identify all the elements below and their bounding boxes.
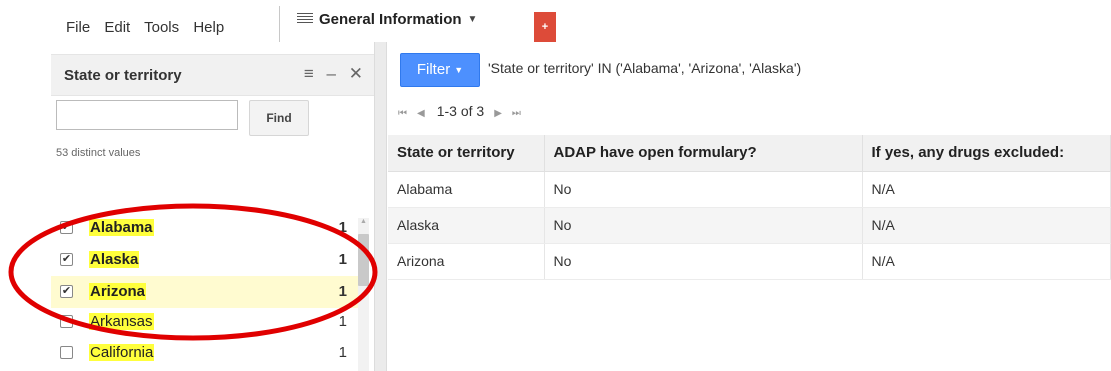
list-item-alabama[interactable]: ✔ Alabama 1 xyxy=(51,212,361,244)
top-bar: File Edit Tools Help General Information… xyxy=(0,0,1111,42)
table-header-row: State or territory ADAP have open formul… xyxy=(388,135,1111,172)
add-tab-button[interactable]: + xyxy=(534,12,556,42)
table-cell: No xyxy=(544,207,863,244)
table-cell: No xyxy=(544,243,863,280)
table-cell: N/A xyxy=(862,171,1111,208)
scroll-up-icon[interactable]: ▲ xyxy=(358,218,369,230)
tab-general-information[interactable]: General Information ▼ xyxy=(297,11,477,28)
filter-card-title: State or territory xyxy=(64,67,182,84)
menu-tools[interactable]: Tools xyxy=(144,19,179,36)
filter-card-controls: ≡ – ✕ xyxy=(296,64,363,84)
menu-file[interactable]: File xyxy=(66,19,90,36)
table-row[interactable]: Arizona No N/A xyxy=(388,243,1111,280)
filter-button[interactable]: Filter ▼ xyxy=(400,53,480,87)
tab-title-label: General Information xyxy=(319,11,462,28)
column-header[interactable]: State or territory xyxy=(388,135,545,172)
table-cell: N/A xyxy=(862,207,1111,244)
search-input[interactable] xyxy=(56,100,238,130)
pager: ⏮ ◀ 1-3 of 3 ▶ ⏭ xyxy=(398,103,531,119)
chevron-down-icon: ▼ xyxy=(454,65,464,75)
distinct-values-count: 53 distinct values xyxy=(56,147,141,159)
list-item-count: 1 xyxy=(338,283,347,300)
column-header[interactable]: If yes, any drugs excluded: xyxy=(862,135,1111,172)
list-item-california[interactable]: California 1 xyxy=(51,337,361,369)
menu-divider xyxy=(279,6,280,42)
menu-bar: File Edit Tools Help xyxy=(66,19,234,36)
first-page-icon[interactable]: ⏮ xyxy=(398,108,407,119)
chevron-down-icon: ▼ xyxy=(467,14,478,25)
data-table: State or territory ADAP have open formul… xyxy=(388,135,1111,280)
scrollbar-thumb[interactable] xyxy=(358,234,369,286)
checkbox[interactable] xyxy=(60,346,73,359)
checkbox[interactable]: ✔ xyxy=(60,285,73,298)
page-range: 1-3 of 3 xyxy=(436,103,485,119)
table-cell: Arizona xyxy=(388,243,545,280)
list-item-label: Alabama xyxy=(89,219,154,236)
filter-button-label: Filter xyxy=(416,61,451,78)
table-cell: N/A xyxy=(862,243,1111,280)
panel-splitter[interactable] xyxy=(374,42,387,371)
list-item-label: Arizona xyxy=(89,283,147,300)
table-cell: Alabama xyxy=(388,171,545,208)
table-cell: No xyxy=(544,171,863,208)
menu-icon[interactable]: ≡ xyxy=(304,64,314,83)
app-window: File Edit Tools Help General Information… xyxy=(0,0,1111,371)
menu-edit[interactable]: Edit xyxy=(104,19,130,36)
checkbox[interactable] xyxy=(60,315,73,328)
filter-expression: 'State or territory' IN ('Alabama', 'Ari… xyxy=(488,60,802,76)
list-item-count: 1 xyxy=(338,313,347,330)
table-row[interactable]: Alaska No N/A xyxy=(388,207,1111,244)
filter-card-header: State or territory ≡ – ✕ xyxy=(51,54,374,96)
list-item-count: 1 xyxy=(338,344,347,361)
table-row[interactable]: Alabama No N/A xyxy=(388,171,1111,208)
close-icon[interactable]: ✕ xyxy=(349,64,363,83)
find-button[interactable]: Find xyxy=(249,100,309,136)
last-page-icon[interactable]: ⏭ xyxy=(512,108,521,119)
list-item-count: 1 xyxy=(338,251,347,268)
list-item-label: California xyxy=(89,344,155,361)
minimize-icon[interactable]: – xyxy=(327,64,336,83)
list-item-arizona[interactable]: ✔ Arizona 1 xyxy=(51,276,361,308)
table-cell: Alaska xyxy=(388,207,545,244)
list-item-alaska[interactable]: ✔ Alaska 1 xyxy=(51,244,361,276)
menu-help[interactable]: Help xyxy=(193,19,224,36)
list-item-count: 1 xyxy=(338,219,347,236)
checkbox[interactable]: ✔ xyxy=(60,253,73,266)
column-header[interactable]: ADAP have open formulary? xyxy=(544,135,863,172)
next-page-icon[interactable]: ▶ xyxy=(494,108,502,119)
list-item-label: Arkansas xyxy=(89,313,154,330)
list-item-label: Alaska xyxy=(89,251,140,268)
list-icon xyxy=(297,11,313,25)
checkbox[interactable]: ✔ xyxy=(60,221,73,234)
list-item-arkansas[interactable]: Arkansas 1 xyxy=(51,306,361,338)
prev-page-icon[interactable]: ◀ xyxy=(417,108,425,119)
